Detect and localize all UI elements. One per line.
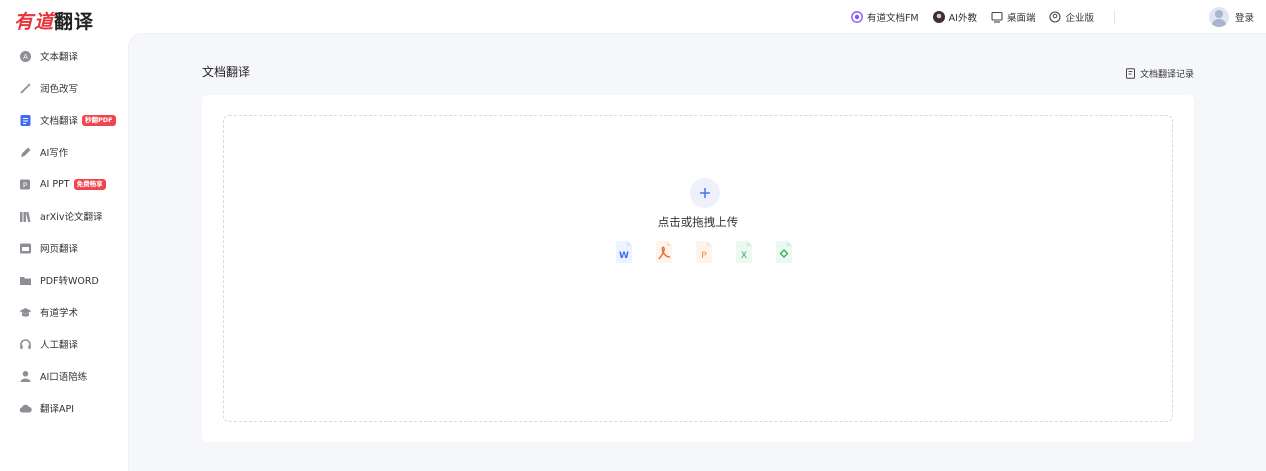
sidebar-item-doc-translate[interactable]: 文档翻译 秒翻PDF — [0, 104, 128, 136]
sidebar-item-label: 润色改写 — [40, 84, 79, 95]
nav-enterprise-link[interactable]: 企业版 — [1049, 10, 1094, 24]
sidebar-item-text-translate[interactable]: A 文本翻译 — [0, 40, 128, 72]
document-icon — [20, 114, 31, 126]
sidebar-item-label: PDF转WORD — [40, 276, 99, 287]
podcast-icon — [851, 11, 863, 23]
history-link[interactable]: 文档翻译记录 — [1125, 67, 1194, 80]
sidebar-item-api[interactable]: 翻译API — [0, 392, 128, 424]
svg-text:P: P — [23, 181, 27, 189]
nav-fm-link[interactable]: 有道文档FM — [851, 10, 919, 24]
tutor-avatar-icon — [932, 11, 945, 23]
file-type-list: W P X — [613, 240, 813, 264]
logo-brand: 有道 — [14, 11, 55, 33]
webpage-icon — [20, 243, 31, 253]
svg-text:A: A — [23, 53, 28, 61]
nav-fm-label: 有道文档FM — [866, 13, 919, 24]
nav-divider — [1113, 10, 1115, 24]
sidebar: A 文本翻译 润色改写 文档翻译 秒翻PDF AI写作 P AI PPT 免费畅… — [0, 40, 128, 424]
upload-text: 点击或拖拽上传 — [657, 215, 739, 229]
image-file-icon — [776, 241, 792, 263]
sidebar-item-webpage[interactable]: 网页翻译 — [0, 232, 128, 264]
sidebar-item-arxiv[interactable]: arXiv论文翻译 — [0, 200, 128, 232]
magic-wand-icon — [20, 82, 31, 94]
books-icon — [20, 211, 31, 222]
upload-card: 点击或拖拽上传 W P X — [202, 95, 1194, 442]
sidebar-item-label: 有道学术 — [40, 308, 79, 319]
sidebar-item-oral-practice[interactable]: AI口语陪练 — [0, 360, 128, 392]
badge-pdf: 秒翻PDF — [82, 114, 116, 126]
logo-product: 翻译 — [54, 11, 95, 33]
word-file-icon: W — [616, 241, 632, 263]
ppt-icon: P — [20, 179, 30, 189]
sidebar-item-polish[interactable]: 润色改写 — [0, 72, 128, 104]
sidebar-item-ai-writing[interactable]: AI写作 — [0, 136, 128, 168]
sidebar-item-label: AI口语陪练 — [40, 372, 88, 383]
headset-icon — [20, 338, 31, 349]
svg-text:W: W — [619, 251, 629, 261]
pdf-file-icon — [656, 241, 672, 263]
nav-desktop-label: 桌面端 — [1006, 13, 1036, 24]
enterprise-icon — [1049, 11, 1062, 23]
ppt-file-icon: P — [696, 241, 712, 263]
text-translate-icon: A — [20, 50, 31, 62]
sidebar-item-label: 文档翻译 — [40, 116, 79, 127]
nav-enterprise-label: 企业版 — [1065, 13, 1094, 24]
graduation-cap-icon — [19, 307, 32, 317]
sidebar-item-label: AI PPT — [40, 178, 70, 190]
sidebar-item-label: arXiv论文翻译 — [40, 212, 103, 223]
nav-ai-tutor-label: AI外教 — [948, 13, 977, 24]
person-icon — [20, 370, 31, 382]
excel-file-icon: X — [736, 241, 752, 263]
login-label: 登录 — [1234, 13, 1254, 24]
top-nav: 有道文档FM AI外教 桌面端 企业版 登录 — [851, 7, 1266, 27]
sidebar-item-label: 翻译API — [40, 404, 75, 415]
page-title: 文档翻译 — [202, 65, 251, 79]
badge-free: 免费畅享 — [73, 178, 106, 190]
svg-text:P: P — [701, 251, 707, 261]
sidebar-item-label: AI写作 — [40, 148, 69, 159]
sidebar-item-label: 人工翻译 — [40, 340, 79, 351]
upload-dropzone[interactable]: 点击或拖拽上传 W P X — [223, 115, 1173, 422]
main-panel: 文档翻译 文档翻译记录 点击或拖拽上传 W P X — [128, 33, 1266, 471]
avatar — [1208, 7, 1229, 27]
pen-icon — [21, 147, 31, 157]
login-button[interactable]: 登录 — [1208, 7, 1254, 27]
desktop-icon — [991, 11, 1003, 23]
cloud-icon — [19, 404, 32, 413]
folder-icon — [20, 276, 31, 285]
sidebar-item-human-translate[interactable]: 人工翻译 — [0, 328, 128, 360]
svg-text:X: X — [741, 251, 747, 261]
sidebar-item-label: 文本翻译 — [40, 52, 79, 63]
history-label: 文档翻译记录 — [1139, 70, 1194, 80]
logo[interactable]: 有道翻译 — [14, 7, 94, 34]
sidebar-item-label: 网页翻译 — [40, 244, 79, 255]
sidebar-item-ai-ppt[interactable]: P AI PPT 免费畅享 — [0, 168, 128, 200]
plus-icon[interactable] — [690, 178, 720, 208]
sidebar-item-academic[interactable]: 有道学术 — [0, 296, 128, 328]
nav-desktop-link[interactable]: 桌面端 — [991, 10, 1036, 24]
nav-ai-tutor-link[interactable]: AI外教 — [932, 10, 977, 24]
history-doc-icon — [1125, 68, 1135, 79]
sidebar-item-pdf-to-word[interactable]: PDF转WORD — [0, 264, 128, 296]
